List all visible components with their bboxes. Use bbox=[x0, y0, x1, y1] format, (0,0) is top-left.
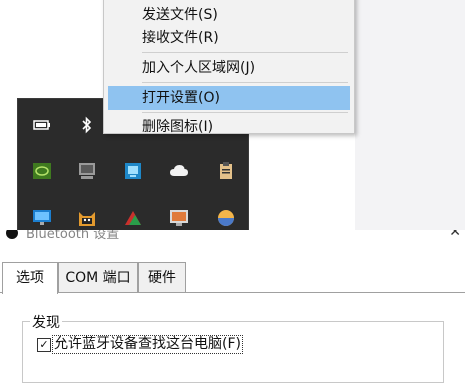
menu-item-send-file[interactable]: 发送文件(S) bbox=[104, 3, 354, 27]
menu-item-receive-file[interactable]: 接收文件(R) bbox=[104, 26, 354, 50]
tab-com-ports[interactable]: COM 端口 bbox=[58, 262, 138, 292]
dialog-title: Bluetooth 设置 bbox=[26, 230, 120, 242]
cat-app-icon[interactable] bbox=[76, 207, 98, 229]
discovery-group-label: 发现 bbox=[30, 312, 62, 332]
menu-item-remove-icon[interactable]: 删除图标(I) bbox=[104, 115, 354, 139]
battery-icon[interactable] bbox=[31, 114, 53, 136]
screen-icon[interactable] bbox=[168, 207, 190, 229]
bluetooth-icon[interactable] bbox=[76, 114, 98, 136]
cloud-icon[interactable] bbox=[168, 160, 190, 182]
menu-separator bbox=[142, 82, 348, 83]
tab-options[interactable]: 选项 bbox=[2, 262, 58, 294]
tab-strip: 选项 COM 端口 硬件 bbox=[0, 262, 465, 294]
bluetooth-icon bbox=[6, 230, 18, 239]
display-icon[interactable] bbox=[76, 160, 98, 182]
menu-item-join-pan[interactable]: 加入个人区域网(J) bbox=[104, 56, 354, 80]
circle-app-icon[interactable] bbox=[215, 207, 237, 229]
menu-item-open-settings[interactable]: 打开设置(O) bbox=[108, 86, 350, 110]
menu-separator bbox=[142, 112, 348, 113]
colored-app-icon[interactable] bbox=[122, 207, 144, 229]
desktop-background-right bbox=[355, 0, 465, 230]
monitor-icon[interactable] bbox=[31, 207, 53, 229]
dialog-title-bar: Bluetooth 设置 ✕ bbox=[0, 230, 465, 248]
allow-discovery-label[interactable]: 允许蓝牙设备查找这台电脑(F) bbox=[52, 335, 243, 354]
allow-discovery-checkbox[interactable]: ✓ bbox=[37, 338, 51, 352]
tab-hardware[interactable]: 硬件 bbox=[138, 262, 186, 292]
menu-separator bbox=[142, 52, 348, 53]
network-adapter-icon[interactable] bbox=[122, 160, 144, 182]
close-icon[interactable]: ✕ bbox=[449, 230, 461, 240]
clipboard-icon[interactable] bbox=[215, 160, 237, 182]
nvidia-icon[interactable] bbox=[31, 160, 53, 182]
context-menu: 发送文件(S) 接收文件(R) 加入个人区域网(J) 打开设置(O) 删除图标(… bbox=[103, 0, 355, 135]
